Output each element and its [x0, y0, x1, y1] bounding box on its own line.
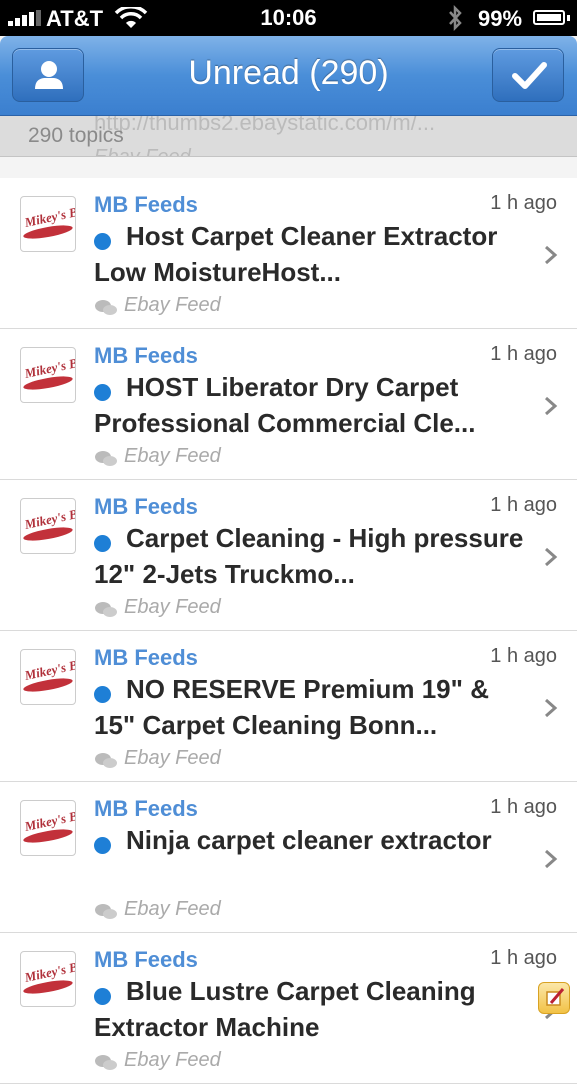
feed-name: MB Feeds [94, 645, 198, 670]
pull-feed-label: Ebay Feed [94, 146, 191, 157]
chevron-right-icon [545, 396, 558, 416]
timestamp: 1 h ago [490, 645, 557, 667]
feed-avatar: Mikey's Board [20, 649, 76, 705]
comments-icon [95, 451, 117, 466]
feed-source: Ebay Feed [124, 1049, 221, 1071]
feed-avatar: Mikey's Board [20, 951, 76, 1007]
feed-source: Ebay Feed [124, 445, 221, 467]
topic-title: Host Carpet Cleaner Extractor Low Moistu… [94, 221, 498, 287]
chevron-right-icon [545, 547, 558, 567]
timestamp: 1 h ago [490, 343, 557, 365]
topic-row[interactable]: Mikey's Board MB Feeds 1 h ago Ninja car… [0, 782, 577, 933]
topic-title: Ninja carpet cleaner extractor [126, 825, 492, 855]
chevron-right-icon [545, 245, 558, 265]
topic-title: Carpet Cleaning - High pressure 12" 2-Je… [94, 523, 524, 589]
topic-title: NO RESERVE Premium 19" & 15" Carpet Clea… [94, 674, 489, 740]
feed-avatar: Mikey's Board [20, 800, 76, 856]
feed-name: MB Feeds [94, 343, 198, 368]
timestamp: 1 h ago [490, 947, 557, 969]
feed-source: Ebay Feed [124, 898, 221, 920]
mark-read-button[interactable] [492, 48, 564, 102]
battery-percent: 99% [478, 6, 523, 31]
comments-icon [95, 300, 117, 315]
topic-row[interactable]: Mikey's Board MB Feeds 1 h ago HOST Libe… [0, 329, 577, 480]
feed-name: MB Feeds [94, 192, 198, 217]
navigation-bar: Unread (290) [0, 36, 577, 116]
pull-to-refresh-header: http://thumbs2.ebaystatic.com/m/... 290 … [0, 116, 577, 157]
feed-source: Ebay Feed [124, 294, 221, 316]
feed-avatar: Mikey's Board [20, 196, 76, 252]
compose-icon [546, 988, 565, 1006]
feed-source: Ebay Feed [124, 596, 221, 618]
feed-name: MB Feeds [94, 494, 198, 519]
status-bar: AT&T 10:06 99% [0, 0, 577, 36]
topic-list: Mikey's Board MB Feeds 1 h ago Host Carp… [0, 178, 577, 1084]
comments-icon [95, 753, 117, 768]
topic-title: HOST Liberator Dry Carpet Professional C… [94, 372, 476, 438]
timestamp: 1 h ago [490, 494, 557, 516]
feed-name: MB Feeds [94, 947, 198, 972]
topic-count: 290 topics [28, 124, 124, 147]
feed-avatar: Mikey's Board [20, 347, 76, 403]
bluetooth-icon [449, 5, 462, 31]
chevron-right-icon [545, 698, 558, 718]
comments-icon [95, 904, 117, 919]
topic-row[interactable]: Mikey's Board MB Feeds 1 h ago NO RESERV… [0, 631, 577, 782]
feed-source: Ebay Feed [124, 747, 221, 769]
topic-row[interactable]: Mikey's Board MB Feeds 1 h ago Carpet Cl… [0, 480, 577, 631]
battery-icon [533, 10, 565, 25]
chevron-right-icon [545, 849, 558, 869]
timestamp: 1 h ago [490, 796, 557, 818]
feed-name: MB Feeds [94, 796, 198, 821]
compose-button[interactable] [538, 982, 570, 1014]
comments-icon [95, 602, 117, 617]
topic-title: Blue Lustre Carpet Cleaning Extractor Ma… [94, 976, 476, 1042]
feed-avatar: Mikey's Board [20, 498, 76, 554]
battery-tip [567, 15, 570, 21]
checkmark-icon [512, 62, 547, 89]
comments-icon [95, 1055, 117, 1070]
topic-row[interactable]: Mikey's Board MB Feeds 1 h ago Host Carp… [0, 178, 577, 329]
topic-row[interactable]: Mikey's Board MB Feeds 1 h ago Blue Lust… [0, 933, 577, 1084]
page-title: Unread (290) [188, 54, 389, 92]
timestamp: 1 h ago [490, 192, 557, 214]
pull-url-text: http://thumbs2.ebaystatic.com/m/... [94, 116, 436, 135]
